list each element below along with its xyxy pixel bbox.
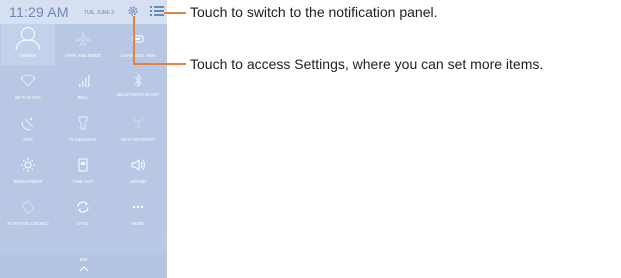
- more-icon: [132, 205, 144, 209]
- flashlight-icon: [78, 116, 88, 130]
- hotspot-icon: [132, 117, 144, 129]
- rotation-icon: [21, 200, 35, 214]
- callout-settings: Touch to access Settings, where you can …: [190, 56, 544, 72]
- tile-flashlight[interactable]: FLASHLIGHT: [56, 108, 110, 149]
- callout-notification: Touch to switch to the notification pane…: [190, 4, 438, 20]
- wifi-icon: [20, 74, 36, 87]
- tile-label: FLASHLIGHT: [69, 137, 97, 142]
- user-silhouette-icon: [15, 27, 41, 50]
- tile-label: GPS: [23, 137, 33, 142]
- clock: 11:29 AM: [9, 4, 69, 20]
- tile-wifi[interactable]: WI-FI IS OFF: [1, 66, 55, 107]
- brightness-icon: [21, 158, 35, 172]
- signal-bars-icon: [79, 75, 90, 87]
- tile-label: TIME OUT: [72, 179, 94, 184]
- bottom-bar: Bell: [0, 253, 167, 278]
- bluetooth-icon: [134, 73, 142, 88]
- status-bar: 11:29 AM TUE, JUNE 3: [0, 0, 167, 24]
- notification-list-icon[interactable]: [150, 5, 164, 17]
- tile-owner[interactable]: OWNER: [1, 24, 55, 65]
- tile-label: ROTATION LOCKED: [7, 221, 49, 226]
- tile-label: CHARGING: 95%: [120, 53, 156, 58]
- callout-line-settings-horizontal: [133, 63, 186, 65]
- tile-gps[interactable]: GPS: [1, 108, 55, 149]
- callout-line-settings-vertical: [133, 16, 135, 64]
- tile-label: MORE: [131, 221, 145, 226]
- tile-airplane-mode[interactable]: AIRPLANE MODE: [56, 24, 110, 65]
- tile-bell[interactable]: BELL: [56, 66, 110, 107]
- sync-icon: [77, 201, 89, 213]
- tile-more[interactable]: MORE: [111, 192, 165, 233]
- tile-label: WI-FI IS OFF: [14, 95, 42, 100]
- tile-hotspot[interactable]: WI-FI HOTSPOT: [111, 108, 165, 149]
- tile-label: AIRPLANE MODE: [64, 53, 102, 58]
- carrier-label: Bell: [79, 257, 88, 262]
- date: TUE, JUNE 3: [84, 10, 115, 16]
- tile-label: SYNC: [76, 221, 90, 226]
- tile-label: BLUETOOTH IS OFF: [116, 92, 160, 97]
- tile-brightness[interactable]: BRIGHTNESS: [1, 150, 55, 191]
- tile-sync[interactable]: SYNC: [56, 192, 110, 233]
- sound-icon: [131, 159, 145, 171]
- quick-settings-panel: 11:29 AM TUE, JUNE 3 OWNER AIRPLANE MODE…: [0, 0, 167, 278]
- tile-rotation[interactable]: ROTATION LOCKED: [1, 192, 55, 233]
- tile-label: BRIGHTNESS: [13, 179, 43, 184]
- timeout-icon: [78, 158, 88, 172]
- tile-bluetooth[interactable]: BLUETOOTH IS OFF: [111, 66, 165, 107]
- tile-timeout[interactable]: TIME OUT: [56, 150, 110, 191]
- tile-battery[interactable]: CHARGING: 95%: [111, 24, 165, 65]
- battery-icon: [132, 35, 144, 43]
- tile-label: OWNER: [19, 53, 37, 58]
- callout-line-notification: [164, 12, 186, 14]
- airplane-icon: [75, 31, 91, 47]
- tile-sound[interactable]: SOUND: [111, 150, 165, 191]
- chevron-up-icon[interactable]: [79, 266, 89, 272]
- tile-label: BELL: [77, 95, 89, 100]
- gps-icon: [21, 117, 34, 131]
- tile-label: SOUND: [130, 179, 146, 184]
- tile-label: WI-FI HOTSPOT: [121, 137, 155, 142]
